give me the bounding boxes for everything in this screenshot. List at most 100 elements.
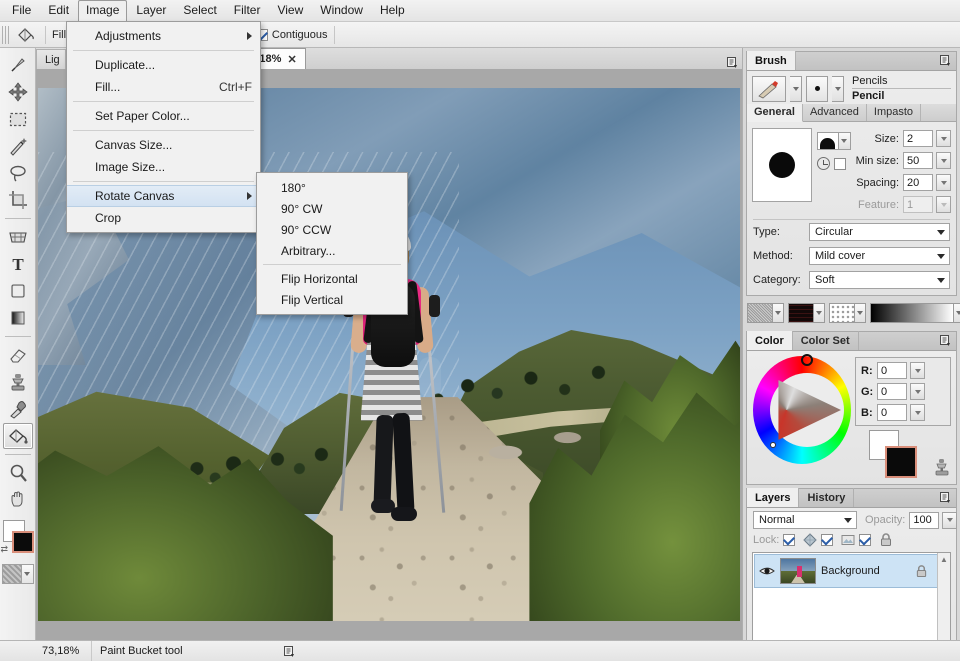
method-select[interactable]: Mild cover xyxy=(809,247,950,265)
menu-edit[interactable]: Edit xyxy=(40,0,77,22)
hand-tool[interactable] xyxy=(3,487,33,513)
type-select[interactable]: Circular xyxy=(809,223,950,241)
magic-wand-tool[interactable] xyxy=(3,133,33,159)
layer-row-background[interactable]: Background xyxy=(754,554,949,588)
crop-tool[interactable] xyxy=(3,187,33,213)
menu-item-set-paper-color[interactable]: Set Paper Color... xyxy=(67,105,260,127)
menu-item-canvas-size[interactable]: Canvas Size... xyxy=(67,134,260,156)
subtab-impasto[interactable]: Impasto xyxy=(867,104,921,121)
tab-color[interactable]: Color xyxy=(747,331,793,350)
menu-item-adjustments[interactable]: Adjustments xyxy=(67,25,260,47)
submenu-item-flip-vertical[interactable]: Flip Vertical xyxy=(257,289,407,310)
hue-marker[interactable] xyxy=(801,354,813,366)
move-tool[interactable] xyxy=(3,79,33,105)
close-icon[interactable]: ✕ xyxy=(287,53,296,66)
blue-stepper[interactable]: 0 xyxy=(877,404,925,421)
opacity-spinner[interactable] xyxy=(942,512,957,529)
color-swatch-pair[interactable] xyxy=(869,430,931,480)
lock-all-checkbox[interactable] xyxy=(859,534,871,546)
tab-layers[interactable]: Layers xyxy=(747,488,799,507)
panel-menu-icon[interactable] xyxy=(939,54,953,68)
brush-shape-selector[interactable] xyxy=(817,132,851,150)
menu-item-duplicate[interactable]: Duplicate... xyxy=(67,54,260,76)
gradient-swatch[interactable] xyxy=(870,303,954,323)
tabs-panel-menu[interactable] xyxy=(726,56,742,69)
pattern-selector[interactable] xyxy=(2,564,34,586)
brush-tip-thumb[interactable] xyxy=(806,76,828,102)
eyedropper-tool[interactable] xyxy=(3,396,33,422)
lock-pixels-checkbox[interactable] xyxy=(821,534,833,546)
paint-bucket-tool[interactable] xyxy=(3,423,33,449)
menu-item-rotate-canvas[interactable]: Rotate Canvas xyxy=(67,185,260,207)
color-wheel[interactable] xyxy=(753,356,851,464)
subtab-advanced[interactable]: Advanced xyxy=(803,104,867,121)
menu-filter[interactable]: Filter xyxy=(226,0,269,22)
brush-tool[interactable] xyxy=(3,52,33,78)
menu-window[interactable]: Window xyxy=(312,0,371,22)
size-stepper[interactable]: 2 xyxy=(903,130,951,147)
layer-name[interactable]: Background xyxy=(821,565,910,577)
gradient-dropdown-icon[interactable] xyxy=(954,303,960,323)
value-marker[interactable] xyxy=(770,442,776,448)
submenu-item-arbitrary[interactable]: Arbitrary... xyxy=(257,240,407,261)
menu-layer[interactable]: Layer xyxy=(128,0,174,22)
flow-map-dropdown-icon[interactable] xyxy=(855,303,866,323)
submenu-item-90-cw[interactable]: 90° CW xyxy=(257,198,407,219)
color-swatches[interactable]: ⇄ xyxy=(1,520,35,556)
foreground-color-swatch[interactable] xyxy=(12,531,34,553)
lock-transparency-checkbox[interactable] xyxy=(783,534,795,546)
menu-help[interactable]: Help xyxy=(372,0,413,22)
blend-mode-select[interactable]: Normal xyxy=(753,511,857,529)
pattern-swatch[interactable] xyxy=(2,564,22,584)
lasso-tool[interactable] xyxy=(3,160,33,186)
clone-stamp-icon[interactable] xyxy=(933,458,951,478)
min-size-stepper[interactable]: 50 xyxy=(903,152,951,169)
paper-texture-selector[interactable] xyxy=(747,303,784,323)
brush-shape-dropdown-icon[interactable] xyxy=(839,132,851,150)
pattern-texture-swatch[interactable] xyxy=(788,303,814,323)
submenu-item-180[interactable]: 180° xyxy=(257,177,407,198)
menu-item-fill[interactable]: Fill... Ctrl+F xyxy=(67,76,260,98)
panel-menu-icon[interactable] xyxy=(939,334,953,348)
green-spinner[interactable] xyxy=(910,383,925,400)
red-spinner[interactable] xyxy=(910,362,925,379)
min-size-spinner[interactable] xyxy=(936,152,951,169)
gradient-selector[interactable] xyxy=(870,303,960,323)
spacing-checkbox[interactable] xyxy=(834,158,846,170)
pattern-dropdown-icon[interactable] xyxy=(22,564,34,584)
menu-select[interactable]: Select xyxy=(175,0,224,22)
category-select[interactable]: Soft xyxy=(809,271,950,289)
brush-preset-dropdown-icon[interactable] xyxy=(790,76,802,102)
clock-icon[interactable] xyxy=(817,157,830,170)
perspective-tool[interactable] xyxy=(3,224,33,250)
menu-item-crop[interactable]: Crop xyxy=(67,207,260,229)
red-stepper[interactable]: 0 xyxy=(877,362,925,379)
status-menu-icon[interactable] xyxy=(283,645,296,658)
tab-brush[interactable]: Brush xyxy=(747,51,796,70)
zoom-tool[interactable] xyxy=(3,460,33,486)
pattern-texture-dropdown-icon[interactable] xyxy=(814,303,825,323)
subtab-general[interactable]: General xyxy=(747,104,803,122)
paper-texture-dropdown-icon[interactable] xyxy=(773,303,784,323)
clone-stamp-tool[interactable] xyxy=(3,369,33,395)
options-bar-grip[interactable] xyxy=(2,25,10,45)
menu-view[interactable]: View xyxy=(269,0,311,22)
submenu-item-90-ccw[interactable]: 90° CCW xyxy=(257,219,407,240)
submenu-item-flip-horizontal[interactable]: Flip Horizontal xyxy=(257,268,407,289)
brush-tip-dropdown-icon[interactable] xyxy=(832,76,844,102)
menu-file[interactable]: File xyxy=(4,0,39,22)
gradient-tool[interactable] xyxy=(3,305,33,331)
image-menu-dropdown[interactable]: Adjustments Duplicate... Fill... Ctrl+F … xyxy=(66,21,261,233)
paper-texture-swatch[interactable] xyxy=(747,303,773,323)
rotate-canvas-submenu[interactable]: 180° 90° CW 90° CCW Arbitrary... Flip Ho… xyxy=(256,172,408,315)
menu-item-image-size[interactable]: Image Size... xyxy=(67,156,260,178)
blue-spinner[interactable] xyxy=(910,404,925,421)
tab-history[interactable]: History xyxy=(799,488,854,507)
scroll-up-icon[interactable]: ▲ xyxy=(940,555,948,564)
size-spinner[interactable] xyxy=(936,130,951,147)
document-tab-1[interactable]: Lig xyxy=(36,49,66,69)
tab-color-set[interactable]: Color Set xyxy=(793,331,859,350)
swap-colors-icon[interactable]: ⇄ xyxy=(1,544,9,555)
flow-map-selector[interactable] xyxy=(829,303,866,323)
green-stepper[interactable]: 0 xyxy=(877,383,925,400)
